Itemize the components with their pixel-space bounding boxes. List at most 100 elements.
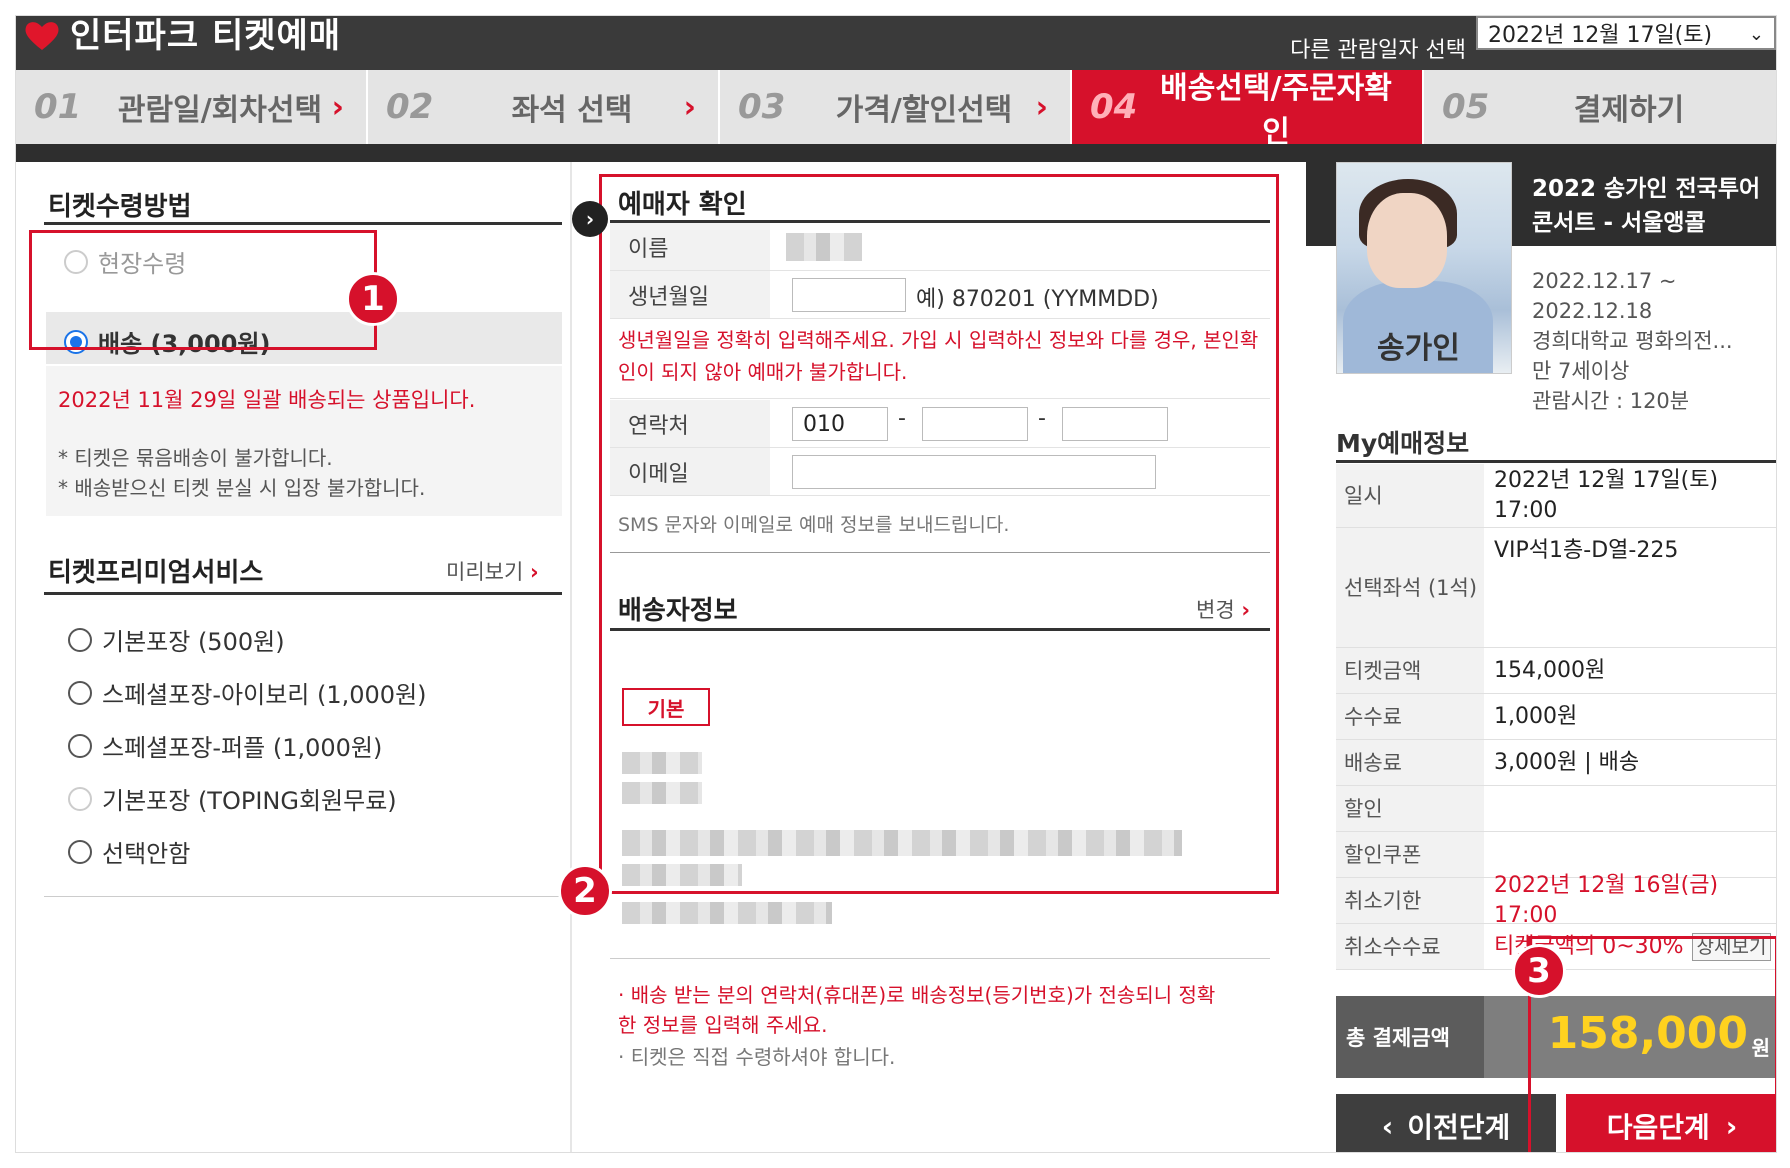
row-fee: 수수료 1,000원 xyxy=(1336,694,1776,740)
logo: 인터파크 티켓예매 xyxy=(24,16,341,56)
fee-label: 수수료 xyxy=(1336,694,1484,739)
step-tabs: 01 관람일/회차선택 › 02 좌석 선택 › 03 가격/할인선택 › 04… xyxy=(16,70,1776,150)
shipping-fee-label: 배송료 xyxy=(1336,740,1484,785)
divider xyxy=(44,592,562,595)
discount-value xyxy=(1494,786,1776,831)
step-4[interactable]: 04 배송선택/주문자확인 xyxy=(1072,70,1424,150)
chevron-down-icon: ⌄ xyxy=(1748,24,1764,45)
step-1[interactable]: 01 관람일/회차선택 › xyxy=(16,70,368,144)
performance-poster: 송가인 xyxy=(1336,162,1512,374)
radio-special-purple[interactable]: 스페셜포장-퍼플 (1,000원) xyxy=(68,728,382,763)
cancel-fee-label: 취소수수료 xyxy=(1336,924,1484,969)
step-number: 03 xyxy=(738,87,786,127)
chevron-right-icon: › xyxy=(1035,90,1048,125)
performance-period: 2022.12.17 ~ 2022.12.18 xyxy=(1532,269,1677,323)
middle-panel: 예매자 확인 이름 생년월일 예) 870201 (YYMMDD) 생년월일을 … xyxy=(558,162,1306,1152)
radio-basic-pack[interactable]: 기본포장 (500원) xyxy=(68,622,285,657)
shipping-note-2-text: 티켓은 직접 수령하셔야 합니다. xyxy=(630,1045,896,1069)
cancel-deadline-value: 2022년 12월 16일(금) 17:00 xyxy=(1494,872,1719,928)
total-label: 총 결제금액 xyxy=(1336,996,1484,1078)
step-label: 관람일/회차선택 xyxy=(117,93,323,128)
radio-circle xyxy=(68,627,92,652)
row-ticket-price: 티켓금액 154,000원 xyxy=(1336,648,1776,694)
radio-circle xyxy=(68,839,92,864)
performance-venue: 경희대학교 평화의전... xyxy=(1532,329,1733,353)
date-select-label: 다른 관람일자 선택 xyxy=(1290,38,1466,63)
divider xyxy=(1336,460,1776,463)
ticket-method-title: 티켓수령방법 xyxy=(48,192,192,222)
heart-icon xyxy=(24,21,60,51)
callout-badge-1: 1 xyxy=(346,272,400,326)
top-header: 인터파크 티켓예매 다른 관람일자 선택 2022년 12월 17일(토) ⌄ xyxy=(16,16,1776,70)
bullet-dot: · xyxy=(618,983,631,1007)
row-discount: 할인 xyxy=(1336,786,1776,832)
radio-basic-toping[interactable]: 기본포장 (TOPING회원무료) xyxy=(68,781,397,816)
chevron-right-icon: › xyxy=(331,90,344,125)
step-3[interactable]: 03 가격/할인선택 › xyxy=(720,70,1072,144)
performance-title: 2022 송가인 전국투어 콘서트 - 서울앵콜 xyxy=(1532,176,1761,236)
seat-value: VIP석1층-D열-225 xyxy=(1494,538,1679,563)
shipping-note-2: · 티켓은 직접 수령하셔야 합니다. xyxy=(618,1042,895,1072)
ticket-price-label: 티켓금액 xyxy=(1336,648,1484,693)
step-label: 결제하기 xyxy=(1573,93,1685,128)
shipping-note-1-text: 배송 받는 분의 연락처(휴대폰)로 배송정보(등기번호)가 전송되니 정확한 … xyxy=(618,983,1216,1037)
step-number: 04 xyxy=(1090,87,1138,127)
step-number: 01 xyxy=(34,87,82,127)
row-shipping-fee: 배송료 3,000원 | 배송 xyxy=(1336,740,1776,786)
seat-label: 선택좌석 (1석) xyxy=(1336,528,1484,647)
callout-badge-2: 2 xyxy=(558,864,612,918)
divider xyxy=(44,896,562,897)
brand-title: 인터파크 티켓예매 xyxy=(70,16,342,56)
discount-label: 할인 xyxy=(1336,786,1484,831)
booking-window: 인터파크 티켓예매 다른 관람일자 선택 2022년 12월 17일(토) ⌄ … xyxy=(15,15,1777,1153)
divider xyxy=(44,222,562,225)
performance-age: 만 7세이상 xyxy=(1532,359,1630,383)
step-number: 05 xyxy=(1442,87,1490,127)
callout-badge-3: 3 xyxy=(1512,944,1566,998)
radio-label: 선택안함 xyxy=(102,840,191,868)
date-select-value: 2022년 12월 17일(토) xyxy=(1488,23,1713,48)
preview-link[interactable]: 미리보기 › xyxy=(446,556,539,586)
datetime-value: 2022년 12월 17일(토) 17:00 xyxy=(1494,467,1719,523)
performance-info: 2022.12.17 ~ 2022.12.18 경희대학교 평화의전... 만 … xyxy=(1532,266,1772,416)
radio-circle xyxy=(68,680,92,705)
step-label: 좌석 선택 xyxy=(511,93,633,128)
row-seat: 선택좌석 (1석) VIP석1층-D열-225 xyxy=(1336,528,1776,648)
radio-label: 스페셜포장-퍼플 (1,000원) xyxy=(102,734,383,762)
bullet-dot: · xyxy=(618,1045,631,1069)
poster-title: 송가인 xyxy=(1377,331,1460,366)
right-panel: 송가인 2022 송가인 전국투어 콘서트 - 서울앵콜 2022.12.17 … xyxy=(1306,162,1776,1152)
collapse-toggle-icon[interactable]: › xyxy=(572,201,608,237)
date-select[interactable]: 2022년 12월 17일(토) ⌄ xyxy=(1476,16,1776,50)
step-2[interactable]: 02 좌석 선택 › xyxy=(368,70,720,144)
performance-duration: 관람시간 : 120분 xyxy=(1532,389,1690,413)
ticket-price-value: 154,000원 xyxy=(1494,657,1606,683)
premium-title: 티켓프리미엄서비스 xyxy=(48,558,264,588)
prev-step-button[interactable]: ‹ 이전단계 xyxy=(1336,1094,1556,1152)
row-cancel-deadline: 취소기한 2022년 12월 16일(금) 17:00 xyxy=(1336,872,1776,928)
shipping-fee-value: 3,000원 | 배송 xyxy=(1494,749,1640,775)
radio-none[interactable]: 선택안함 xyxy=(68,834,190,869)
radio-circle xyxy=(68,786,92,811)
divider xyxy=(610,958,1270,959)
step-5[interactable]: 05 결제하기 xyxy=(1424,70,1776,144)
radio-label: 기본포장 (500원) xyxy=(102,628,285,656)
radio-special-ivory[interactable]: 스페셜포장-아이보리 (1,000원) xyxy=(68,675,427,710)
header-band xyxy=(16,144,1776,162)
row-datetime: 일시 2022년 12월 17일(토) 17:00 xyxy=(1336,464,1776,528)
step-number: 02 xyxy=(386,87,434,127)
radio-label: 스페셜포장-아이보리 (1,000원) xyxy=(102,681,427,709)
recipient-extra-blurred xyxy=(622,902,832,924)
chevron-left-icon: ‹ xyxy=(1381,1109,1394,1143)
poster-face xyxy=(1367,193,1447,288)
my-booking-title: My예매정보 xyxy=(1336,429,1470,458)
step-label: 배송선택/주문자확인 xyxy=(1160,71,1392,150)
note-1: * 티켓은 묶음배송이 불가합니다. xyxy=(58,446,333,470)
radio-label: 기본포장 (TOPING회원무료) xyxy=(102,787,397,815)
prev-step-label: 이전단계 xyxy=(1407,1111,1511,1144)
datetime-label: 일시 xyxy=(1336,464,1484,527)
preview-label: 미리보기 xyxy=(446,560,524,584)
fee-value: 1,000원 xyxy=(1494,703,1578,729)
delivery-date-note: 2022년 11월 29일 일괄 배송되는 상품입니다. xyxy=(58,388,476,412)
shipping-note-1: · 배송 받는 분의 연락처(휴대폰)로 배송정보(등기번호)가 전송되니 정확… xyxy=(618,980,1218,1040)
